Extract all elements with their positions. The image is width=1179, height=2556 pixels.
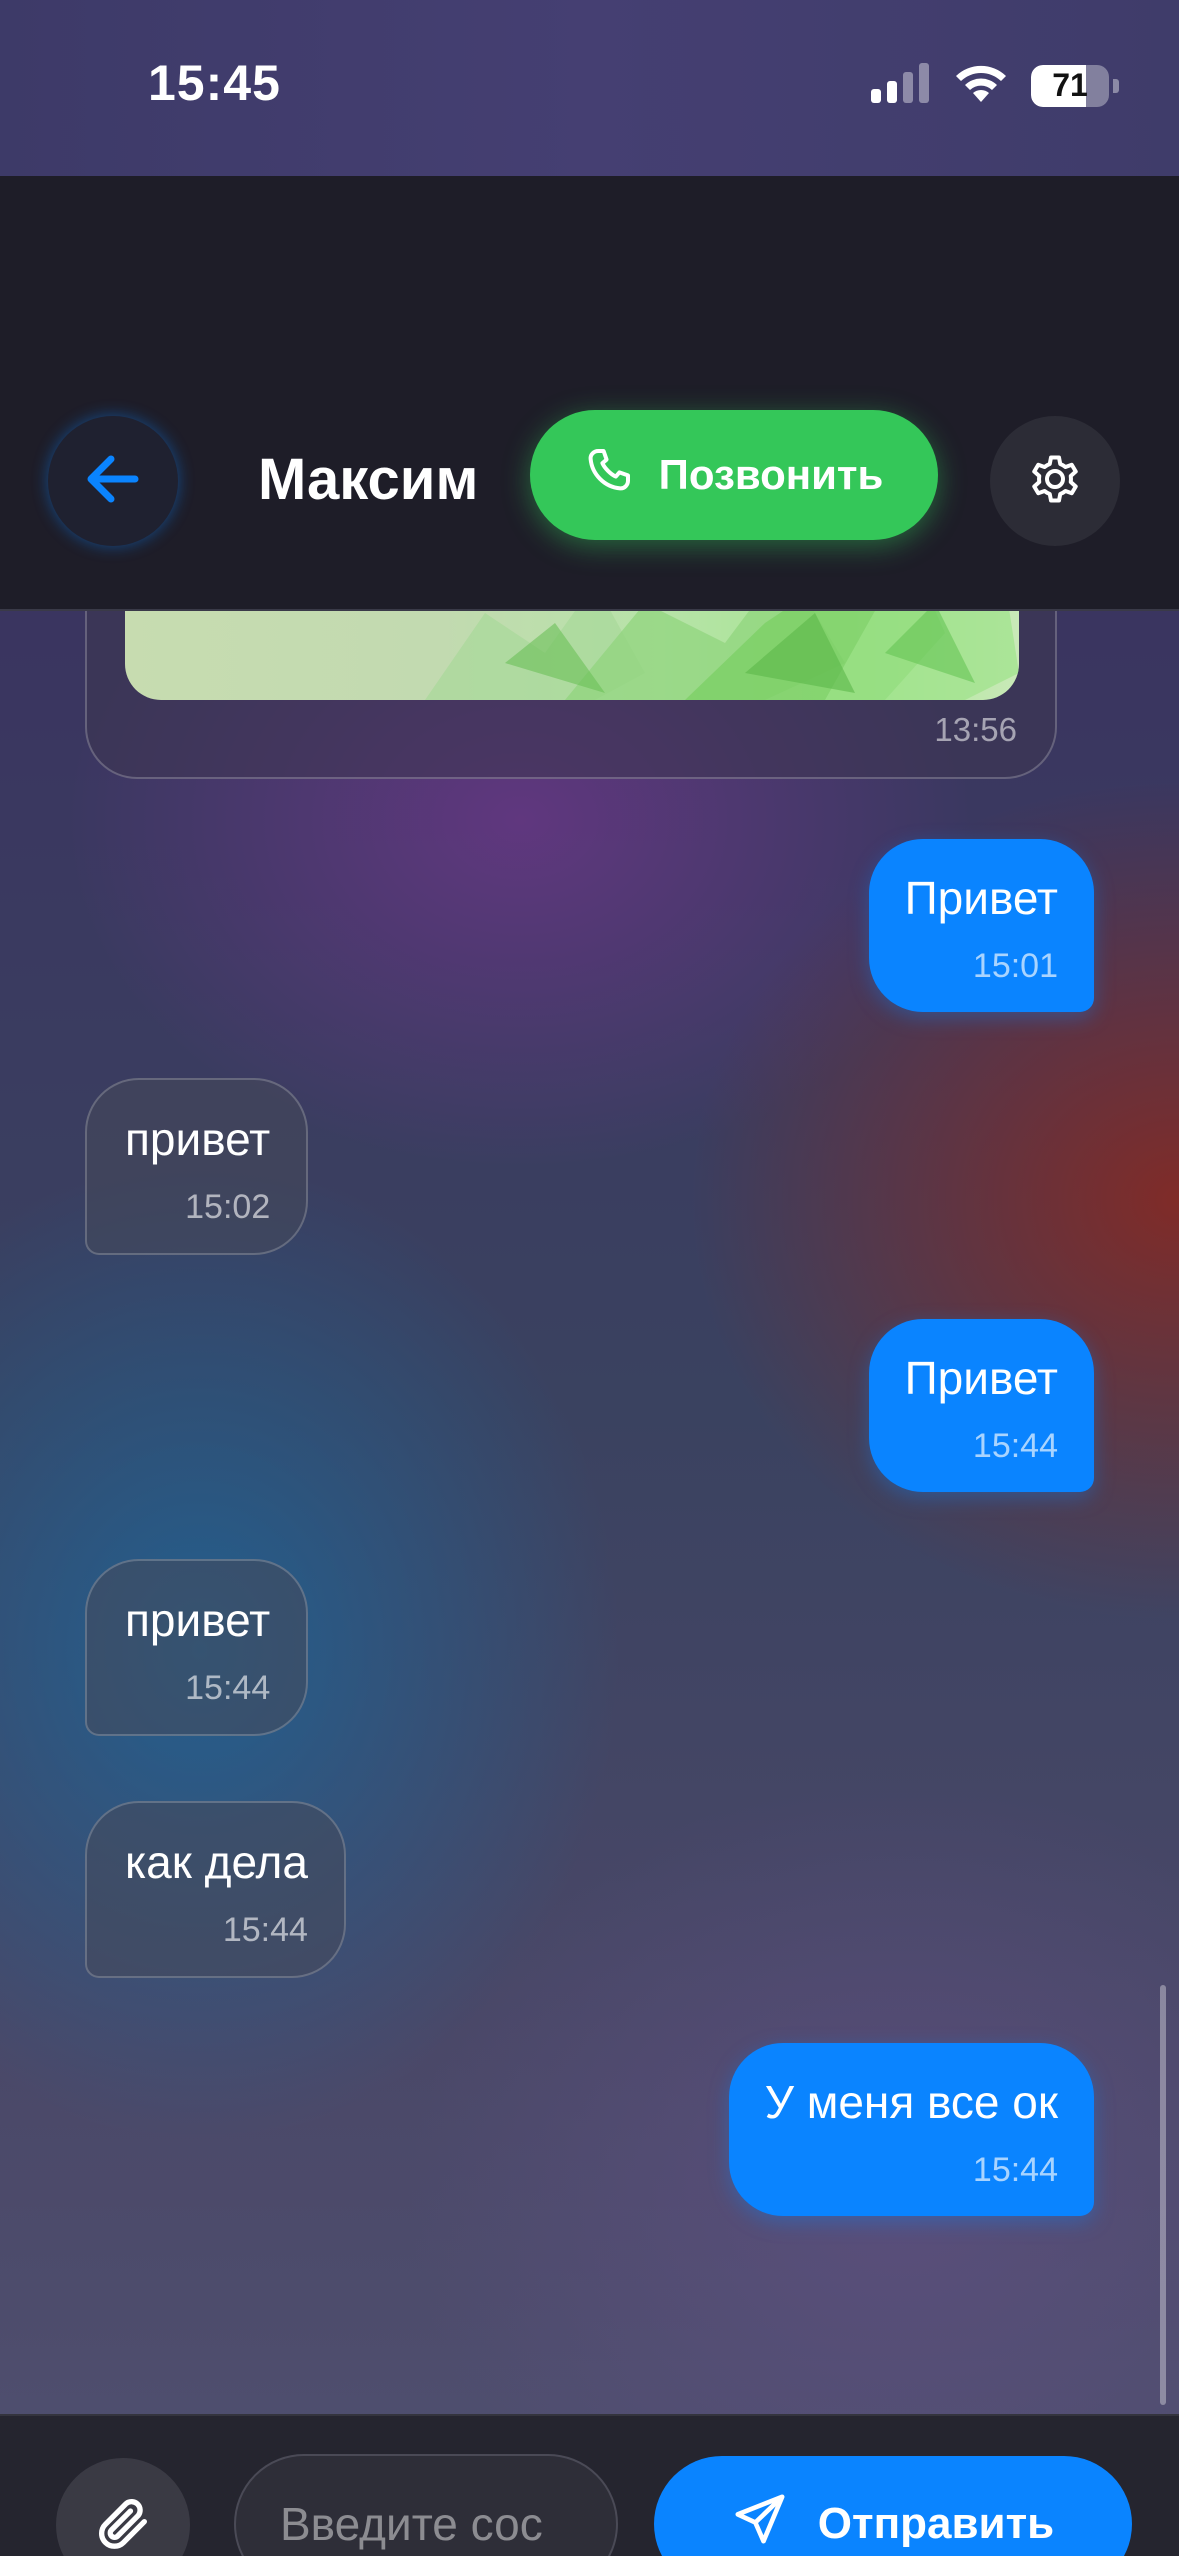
message-incoming[interactable]: привет 15:02 bbox=[85, 1078, 309, 1255]
status-time: 15:45 bbox=[148, 55, 281, 111]
battery-level: 71 bbox=[1052, 67, 1088, 103]
settings-button[interactable] bbox=[990, 416, 1120, 546]
image-attachment[interactable] bbox=[125, 611, 1019, 700]
back-button[interactable] bbox=[48, 416, 178, 546]
message-time: 15:01 bbox=[972, 947, 1058, 985]
status-icons: 71 bbox=[871, 62, 1119, 109]
message-time: 15:44 bbox=[972, 2151, 1058, 2189]
send-button-label: Отправить bbox=[817, 2499, 1055, 2548]
message-text: привет bbox=[125, 1594, 271, 1646]
message-list[interactable]: 13:56 Привет 15:01 привет 15:02 Привет 1… bbox=[0, 611, 1179, 2414]
contact-name: Максим bbox=[258, 447, 479, 512]
message-input[interactable] bbox=[234, 2454, 618, 2556]
message-time: 13:56 bbox=[934, 711, 1017, 748]
message-incoming[interactable]: как дела 15:44 bbox=[85, 1801, 346, 1978]
call-button[interactable]: Позвонить bbox=[530, 410, 938, 540]
wifi-icon bbox=[953, 62, 1009, 109]
message-composer: Отправить bbox=[0, 2414, 1179, 2556]
message-time: 15:02 bbox=[185, 1188, 271, 1226]
call-button-label: Позвонить bbox=[658, 451, 884, 498]
message-time: 15:44 bbox=[185, 1669, 271, 1707]
message-text: Привет bbox=[904, 1352, 1058, 1404]
battery-indicator: 71 bbox=[1031, 64, 1109, 107]
message-text: привет bbox=[125, 1113, 271, 1165]
image-message[interactable]: 13:56 bbox=[85, 611, 1057, 779]
scrollbar[interactable] bbox=[1160, 1985, 1166, 2405]
attach-button[interactable] bbox=[56, 2458, 190, 2556]
message-incoming[interactable]: привет 15:44 bbox=[85, 1559, 309, 1736]
gear-icon bbox=[1025, 449, 1085, 514]
paperclip-icon bbox=[91, 2491, 155, 2556]
message-time: 15:44 bbox=[222, 1911, 308, 1949]
message-outgoing[interactable]: Привет 15:01 bbox=[868, 839, 1094, 1012]
paper-plane-icon bbox=[732, 2491, 788, 2556]
message-text: Привет bbox=[904, 872, 1058, 924]
send-button[interactable]: Отправить bbox=[654, 2456, 1132, 2556]
message-outgoing[interactable]: Привет 15:44 bbox=[868, 1319, 1094, 1492]
status-bar: 15:45 71 bbox=[0, 0, 1179, 176]
message-time: 15:44 bbox=[972, 1427, 1058, 1465]
cellular-signal-icon bbox=[871, 63, 931, 108]
message-outgoing[interactable]: У меня все ок 15:44 bbox=[728, 2043, 1094, 2216]
chat-header bbox=[0, 176, 1179, 611]
message-text: как дела bbox=[125, 1836, 308, 1888]
phone-icon bbox=[585, 446, 633, 504]
arrow-left-icon bbox=[85, 453, 141, 510]
message-text: У меня все ок bbox=[764, 2076, 1058, 2128]
battery-cap bbox=[1113, 78, 1119, 93]
